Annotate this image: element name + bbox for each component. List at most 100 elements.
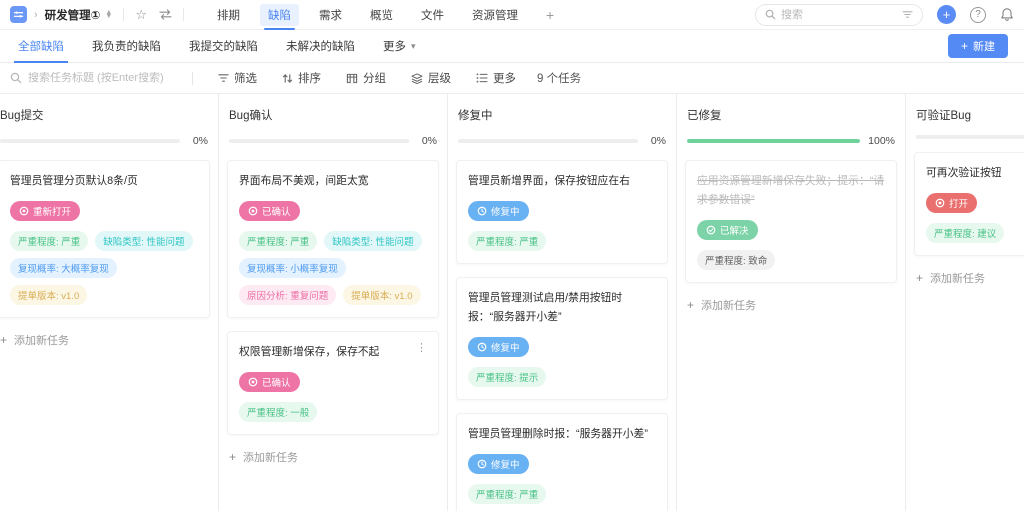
tab-overview[interactable]: 概览 [356,0,407,30]
card-title: 管理员管理测试启用/禁用按钮时报：“服务器开小差” [468,291,623,323]
card-menu-icon[interactable]: ⋮ [410,342,427,354]
tag-severity: 严重程度: 一般 [239,401,318,422]
column-bug-confirmed: Bug确认 0% 界面布局不美观，间距太宽 已确认 严重程度: 严重 缺陷类型:… [219,94,448,511]
status-badge[interactable]: 修复中 [468,336,529,357]
hierarchy-button[interactable]: 更多 层级 [411,70,451,86]
notifications-bell-icon[interactable] [1000,7,1014,22]
group-columns-icon [346,73,358,83]
tag-severity: 严重程度: 建议 [926,222,1005,243]
tab-requirements[interactable]: 需求 [305,0,356,30]
search-filter-icon[interactable] [902,10,913,19]
card-title: 可再次验证按钮 [926,167,1002,179]
tag-severity: 严重程度: 严重 [468,230,547,251]
task-card[interactable]: 可再次验证按钮 打开 严重程度: 建议 [914,152,1024,256]
tag-list: 严重程度: 一般 [239,401,427,422]
column-title: Bug确认 [229,110,273,122]
top-navbar: › 研发管理① ▲ ▼ ☆ 排期 缺陷 需求 概览 文件 资源管理 + 搜索 +… [0,0,1024,30]
status-badge[interactable]: 重新打开 [10,200,81,221]
tag-defect-type: 缺陷类型: 性能问题 [95,230,193,251]
status-badge[interactable]: 已确认 [239,200,300,221]
filter-tab-all-defects[interactable]: 全部缺陷 [14,30,68,63]
help-icon[interactable]: ? [970,6,986,23]
tab-files[interactable]: 文件 [407,0,458,30]
task-card[interactable]: 管理员管理测试启用/禁用按钮时报：“服务器开小差” 修复中 严重程度: 提示 [456,276,668,400]
tag-severity: 严重程度: 严重 [239,230,318,251]
column-fixed: 已修复 100% 应用资源管理新增保存失败；提示：“请求参数错误” 已解决 严重… [677,94,906,511]
task-search[interactable] [10,72,178,84]
status-badge[interactable]: 打开 [926,192,978,213]
filter-tab-my-submitted[interactable]: 我提交的缺陷 [189,30,258,63]
project-switcher-icon[interactable]: ▲ ▼ [105,9,112,20]
task-card[interactable]: 管理员新增界面，保存按钮应在右 修复中 严重程度: 严重 [456,160,668,264]
tag-list: 严重程度: 建议 [926,222,1024,243]
sort-button[interactable]: 排序 [282,70,321,86]
add-task-button[interactable]: + 添加新任务 [914,270,1024,286]
circle-dot-icon [248,206,258,216]
circle-dot-icon [935,198,945,208]
circle-dot-icon [248,377,258,387]
breadcrumb-chevron-icon: › [34,8,38,21]
more-button[interactable]: 更多 [476,70,516,86]
tag-list: 严重程度: 严重 缺陷类型: 性能问题 复现概率: 大概率复现 提单版本: v1… [10,230,198,305]
status-badge[interactable]: 已解决 [697,219,758,240]
card-title: 权限管理新增保存，保存不起 [239,345,380,358]
plus-icon: + [687,297,695,312]
quick-add-button[interactable]: + [937,5,956,24]
tag-list: 严重程度: 严重 [468,230,656,251]
column-fixing: 修复中 0% 管理员新增界面，保存按钮应在右 修复中 严重程度: 严重 管理员管… [448,94,677,511]
add-tab-button[interactable]: + [532,0,568,30]
task-card[interactable]: 应用资源管理新增保存失败；提示：“请求参数错误” 已解决 严重程度: 致命 [685,160,897,283]
app-logo-icon[interactable] [10,6,27,23]
view-filter-bar: 全部缺陷 我负责的缺陷 我提交的缺陷 未解决的缺陷 更多 ▾ + 新建 [0,30,1024,63]
task-search-input[interactable] [28,72,178,84]
task-card[interactable]: 界面布局不美观，间距太宽 已确认 严重程度: 严重 缺陷类型: 性能问题 复现概… [227,160,439,318]
check-circle-icon [706,225,716,235]
add-task-button[interactable]: + 添加新任务 [227,449,439,465]
tag-defect-type: 缺陷类型: 性能问题 [324,230,422,251]
card-title: 界面布局不美观，间距太宽 [239,175,369,187]
tag-list: 严重程度: 提示 [468,366,656,387]
tag-version: 提单版本: v1.0 [343,284,421,305]
status-badge[interactable]: 修复中 [468,200,529,221]
divider [183,8,185,21]
swap-view-icon[interactable] [159,9,172,20]
kanban-board: Bug提交 0% 管理员管理分页默认8条/页 重新打开 严重程度: 严重 缺陷类… [0,94,1024,511]
tag-list: 严重程度: 严重 缺陷类型: 性能问题 复现概率: 小概率复现 原因分析: 重复… [239,230,427,305]
star-favorite-icon[interactable]: ☆ [135,7,147,23]
task-card[interactable]: 管理员管理删除时报：“服务器开小差” 修复中 严重程度: 严重 [456,412,668,511]
filter-tab-more[interactable]: 更多 ▾ [383,30,416,63]
sort-arrows-icon [282,73,293,83]
column-title: 可验证Bug [916,110,971,122]
filter-tab-my-assigned[interactable]: 我负责的缺陷 [92,30,161,63]
filter-tab-unresolved[interactable]: 未解决的缺陷 [286,30,355,63]
add-task-button[interactable]: + 添加新任务 [0,332,210,348]
task-count: 9 个任务 [537,73,582,85]
clock-icon [477,206,487,216]
status-badge[interactable]: 修复中 [468,453,529,474]
filter-funnel-icon [218,74,229,82]
tab-defects[interactable]: 缺陷 [254,0,305,30]
tab-schedule[interactable]: 排期 [203,0,254,30]
add-task-button[interactable]: + 添加新任务 [685,297,897,313]
board-toolbar: 筛选 排序 分组 更多 层级 更多 9 个任务 [0,63,1024,94]
task-card[interactable]: 权限管理新增保存，保存不起 ⋮ 已确认 严重程度: 一般 [227,330,439,435]
list-icon [476,73,488,83]
global-search-box[interactable] [755,3,923,26]
tag-severity: 严重程度: 致命 [697,249,776,270]
new-task-button[interactable]: + 新建 [947,34,1008,58]
tag-list: 严重程度: 致命 [697,249,885,270]
group-button[interactable]: 分组 [346,70,386,86]
divider [192,71,193,85]
progress-percent: 0% [421,135,437,147]
tab-resources[interactable]: 资源管理 [458,0,532,30]
tag-severity: 严重程度: 严重 [468,483,547,504]
project-title[interactable]: 研发管理① [45,7,101,23]
global-search-input[interactable] [781,8,897,21]
task-card[interactable]: 管理员管理分页默认8条/页 重新打开 严重程度: 严重 缺陷类型: 性能问题 复… [0,160,210,318]
layers-icon [411,72,423,84]
progress-percent: 0% [192,135,208,147]
filter-button[interactable]: 筛选 [218,70,257,86]
plus-icon: + [916,270,924,285]
status-badge[interactable]: 已确认 [239,371,300,392]
clock-icon [477,459,487,468]
